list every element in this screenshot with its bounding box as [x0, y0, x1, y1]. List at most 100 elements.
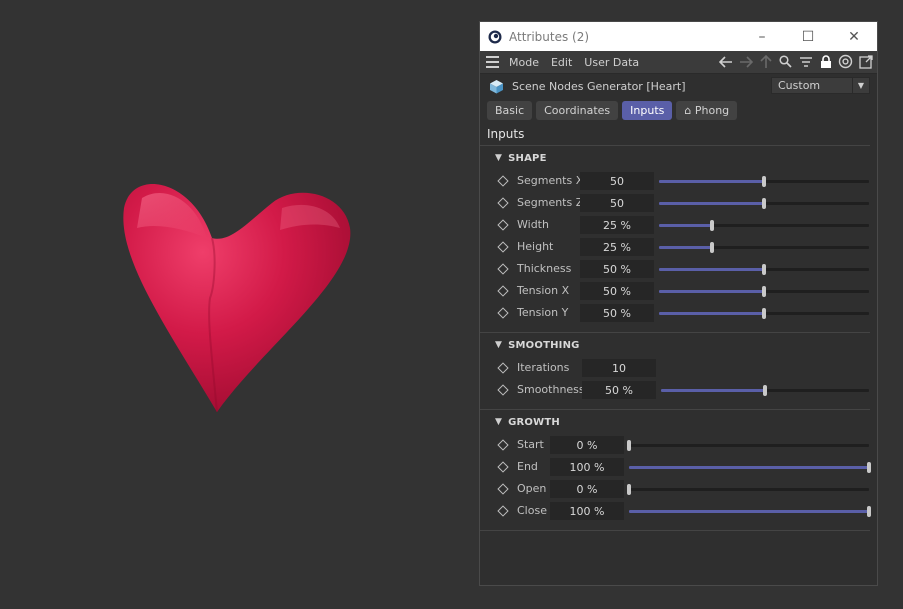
slider-thumb[interactable] [762, 286, 766, 297]
value-field[interactable]: 50 % [582, 381, 656, 399]
group-title: SHAPE [508, 152, 547, 164]
value-field[interactable]: 25 % [580, 216, 654, 234]
group-header-growth[interactable]: ▼ GROWTH [480, 410, 870, 434]
slider-track[interactable] [629, 462, 871, 473]
slider-track[interactable] [659, 308, 869, 319]
cinema4d-logo-icon [488, 30, 502, 43]
keyframe-diamond-icon[interactable] [497, 483, 509, 495]
slider-thumb[interactable] [709, 220, 714, 231]
value-field[interactable]: 100 % [550, 458, 624, 476]
param-iterations: Iterations 10 [480, 357, 870, 379]
value-field[interactable]: 50 % [580, 260, 654, 278]
value-field[interactable]: 0 % [550, 480, 624, 498]
tab-bar: Basic Coordinates Inputs ⌂ Phong [480, 98, 877, 123]
title-bar[interactable]: Attributes (2) – ☐ ✕ [480, 22, 877, 51]
param-close: Close 100 % [480, 500, 871, 522]
slider-thumb[interactable] [867, 506, 871, 517]
slider-track[interactable] [659, 220, 869, 231]
slider-track[interactable] [659, 242, 869, 253]
minimize-button[interactable]: – [739, 22, 785, 51]
keyframe-diamond-icon[interactable] [497, 461, 509, 473]
param-label: Start [517, 438, 544, 451]
slider-track[interactable] [659, 198, 869, 209]
heart-object[interactable] [112, 168, 362, 418]
search-icon[interactable] [777, 53, 794, 70]
hamburger-menu-icon[interactable] [486, 56, 499, 68]
maximize-button[interactable]: ☐ [785, 22, 831, 51]
lock-icon[interactable] [817, 53, 834, 70]
tab-phong[interactable]: ⌂ Phong [676, 101, 738, 120]
slider-thumb[interactable] [709, 242, 714, 253]
preset-dropdown[interactable]: Custom ▼ [771, 77, 870, 94]
slider-track[interactable] [627, 484, 869, 495]
new-window-icon[interactable] [857, 53, 874, 70]
filter-icon[interactable] [797, 53, 814, 70]
attributes-window[interactable]: Attributes (2) – ☐ ✕ Mode Edit User Data [479, 21, 878, 586]
param-label: Tension X [517, 284, 570, 297]
slider-track[interactable] [659, 286, 869, 297]
value-field[interactable]: 50 % [580, 282, 654, 300]
value-field[interactable]: 50 % [580, 304, 654, 322]
slider-thumb[interactable] [627, 484, 631, 495]
keyframe-diamond-icon[interactable] [497, 263, 509, 275]
group-title: SMOOTHING [508, 339, 580, 351]
viewport[interactable] [0, 0, 478, 609]
value-field[interactable]: 50 [580, 194, 654, 212]
param-label: Tension Y [517, 306, 569, 319]
group-header-smoothing[interactable]: ▼ SMOOTHING [480, 333, 870, 357]
forward-arrow-icon[interactable] [737, 53, 754, 70]
keyframe-diamond-icon[interactable] [497, 285, 509, 297]
param-height: Height 25 % [480, 236, 870, 258]
chevron-down-icon: ▼ [495, 153, 503, 163]
group-header-shape[interactable]: ▼ SHAPE [480, 146, 870, 170]
keyframe-diamond-icon[interactable] [497, 505, 509, 517]
slider-thumb[interactable] [627, 440, 631, 451]
slider-thumb[interactable] [867, 462, 871, 473]
slider-thumb[interactable] [763, 385, 767, 396]
close-button[interactable]: ✕ [831, 22, 877, 51]
slider-track[interactable] [629, 506, 871, 517]
menu-mode[interactable]: Mode [509, 56, 539, 69]
keyframe-diamond-icon[interactable] [497, 439, 509, 451]
keyframe-diamond-icon[interactable] [497, 307, 509, 319]
slider-track[interactable] [659, 176, 869, 187]
param-tension-x: Tension X 50 % [480, 280, 870, 302]
keyframe-diamond-icon[interactable] [497, 384, 509, 396]
slider-thumb[interactable] [762, 198, 766, 209]
param-start: Start 0 % [480, 434, 870, 456]
group-shape: ▼ SHAPE Segments X 50 Segments Z 50 Widt… [480, 146, 870, 333]
menu-user-data[interactable]: User Data [584, 56, 639, 69]
menu-bar: Mode Edit User Data [480, 51, 877, 74]
slider-track[interactable] [627, 440, 869, 451]
param-segments-z: Segments Z 50 [480, 192, 870, 214]
keyframe-diamond-icon[interactable] [497, 175, 509, 187]
keyframe-diamond-icon[interactable] [497, 241, 509, 253]
param-label: Segments X [517, 174, 584, 187]
value-field[interactable]: 50 [580, 172, 654, 190]
value-field[interactable]: 100 % [550, 502, 624, 520]
keyframe-diamond-icon[interactable] [497, 197, 509, 209]
object-header: Scene Nodes Generator [Heart] Custom ▼ [480, 74, 877, 98]
slider-thumb[interactable] [762, 264, 766, 275]
value-field[interactable]: 10 [582, 359, 656, 377]
value-field[interactable]: 25 % [580, 238, 654, 256]
group-title: GROWTH [508, 416, 560, 428]
menu-edit[interactable]: Edit [551, 56, 572, 69]
up-arrow-icon[interactable] [757, 53, 774, 70]
back-arrow-icon[interactable] [717, 53, 734, 70]
slider-track[interactable] [659, 264, 869, 275]
object-name: Scene Nodes Generator [Heart] [512, 79, 686, 93]
slider-track[interactable] [661, 385, 869, 396]
tab-inputs[interactable]: Inputs [622, 101, 673, 120]
group-growth: ▼ GROWTH Start 0 % End 100 % Open 0 % Cl… [480, 410, 871, 531]
chevron-down-icon: ▼ [852, 78, 869, 93]
tab-basic[interactable]: Basic [487, 101, 533, 120]
param-end: End 100 % [480, 456, 871, 478]
slider-thumb[interactable] [762, 308, 766, 319]
keyframe-diamond-icon[interactable] [497, 362, 509, 374]
tab-coordinates[interactable]: Coordinates [536, 101, 619, 120]
target-icon[interactable] [837, 53, 854, 70]
keyframe-diamond-icon[interactable] [497, 219, 509, 231]
value-field[interactable]: 0 % [550, 436, 624, 454]
slider-thumb[interactable] [762, 176, 766, 187]
